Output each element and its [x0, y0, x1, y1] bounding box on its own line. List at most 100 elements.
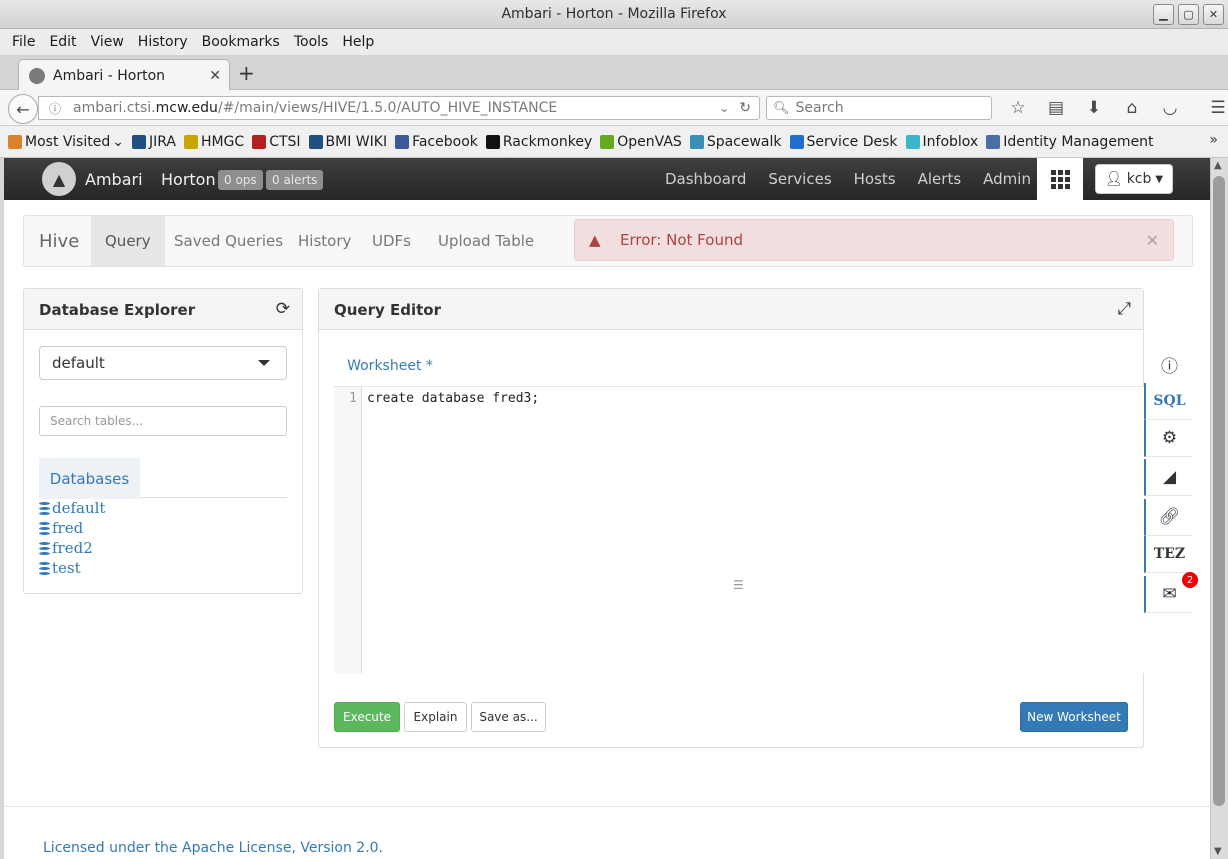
database-select[interactable]: default	[39, 346, 287, 380]
execute-button[interactable]: Execute	[334, 702, 400, 732]
notifications-envelope-icon[interactable]: ✉ 2	[1144, 572, 1198, 613]
search-box[interactable]: 🔍︎ Search	[766, 96, 992, 120]
maximize-button[interactable]: ▢	[1178, 4, 1199, 25]
menu-tools[interactable]: Tools	[294, 34, 329, 50]
close-window-button[interactable]: ✕	[1203, 4, 1224, 25]
bookmark-most-visited[interactable]: Most Visited ⌄	[8, 134, 124, 150]
browser-tab-title: Ambari - Horton	[53, 67, 166, 84]
save-as-button[interactable]: Save as...	[471, 702, 546, 732]
ambari-logo-icon[interactable]: ▲	[42, 162, 76, 196]
menu-bookmarks[interactable]: Bookmarks	[202, 34, 280, 50]
bookmark-jira[interactable]: JIRA	[131, 134, 176, 150]
url-text[interactable]: ambari.ctsi.mcw.edu/#/main/views/HIVE/1.…	[73, 100, 719, 116]
menu-help[interactable]: Help	[342, 34, 374, 50]
database-icon	[39, 501, 50, 515]
menu-edit[interactable]: Edit	[49, 34, 76, 50]
minimize-button[interactable]: ▁	[1153, 4, 1174, 25]
ambari-favicon-icon	[29, 67, 45, 84]
database-item-test[interactable]: test	[39, 558, 105, 578]
expand-icon[interactable]: ⤢	[1117, 299, 1131, 319]
ops-badge[interactable]: 0 ops	[218, 170, 263, 190]
close-alert-icon[interactable]: ✕	[1146, 231, 1159, 250]
views-grid-button[interactable]	[1037, 158, 1083, 200]
nav-alerts[interactable]: Alerts	[907, 158, 973, 200]
tab-history[interactable]: History	[284, 216, 365, 266]
area-chart-icon[interactable]: ◢	[1144, 459, 1193, 496]
bookmark-infoblox[interactable]: Infoblox	[905, 134, 978, 150]
close-tab-icon[interactable]: ✕	[209, 68, 221, 84]
search-placeholder: Search	[795, 100, 844, 116]
ctsi-icon	[252, 134, 267, 149]
tab-udfs[interactable]: UDFs	[358, 216, 425, 266]
bookmark-bmi-wiki[interactable]: BMI WIKI	[308, 134, 387, 150]
explorer-tabs: Databases	[39, 458, 287, 499]
scroll-down-icon[interactable]: ▼	[1214, 846, 1222, 857]
tab-query[interactable]: Query	[91, 216, 165, 266]
tez-tool[interactable]: TEZ	[1144, 536, 1193, 573]
bookmark-openvas[interactable]: OpenVAS	[600, 134, 682, 150]
browser-tab[interactable]: Ambari - Horton ✕	[18, 59, 230, 91]
menu-view[interactable]: View	[91, 34, 124, 50]
downloads-icon[interactable]: ⬇	[1081, 96, 1107, 120]
license-link[interactable]: Licensed under the Apache License, Versi…	[43, 840, 383, 856]
more-bookmarks-icon[interactable]: »	[1209, 132, 1218, 148]
scroll-up-icon[interactable]: ▲	[1214, 160, 1222, 171]
nav-hosts[interactable]: Hosts	[843, 158, 907, 200]
bookmark-service-desk[interactable]: Service Desk	[789, 134, 898, 150]
hamburger-menu-icon[interactable]: ☰	[1205, 96, 1228, 120]
bookmark-star-icon[interactable]: ☆	[1005, 96, 1031, 120]
jira-icon	[131, 134, 146, 149]
menu-history[interactable]: History	[138, 34, 188, 50]
scrollbar-thumb[interactable]	[1213, 176, 1225, 806]
home-icon[interactable]: ⌂	[1119, 96, 1145, 120]
user-menu-button[interactable]: 👤︎ kcb ▼	[1095, 164, 1173, 194]
window-title: Ambari - Horton - Mozilla Firefox	[501, 6, 727, 22]
settings-gear-icon[interactable]: ⚙	[1144, 420, 1193, 457]
nav-admin[interactable]: Admin	[972, 158, 1042, 200]
new-tab-icon[interactable]: +	[238, 61, 255, 85]
bookmark-hmgc[interactable]: HMGC	[183, 134, 244, 150]
alerts-badge[interactable]: 0 alerts	[266, 170, 324, 190]
tab-upload-table[interactable]: Upload Table	[424, 216, 548, 266]
site-info-icon[interactable]: ⓘ	[49, 100, 65, 117]
ambari-brand[interactable]: Ambari	[85, 170, 143, 189]
sql-editor[interactable]: 1 create database fred3;	[334, 386, 1144, 673]
bookmark-identity-management[interactable]: Identity Management	[986, 134, 1154, 150]
nav-services[interactable]: Services	[757, 158, 842, 200]
worksheet-tab[interactable]: Worksheet *	[334, 345, 446, 386]
reading-list-icon[interactable]: ▤	[1043, 96, 1069, 120]
explain-button[interactable]: Explain	[404, 702, 467, 732]
cluster-name[interactable]: Horton	[161, 170, 216, 189]
tab-databases[interactable]: Databases	[39, 458, 140, 499]
back-button[interactable]: ←	[8, 94, 38, 124]
new-worksheet-button[interactable]: New Worksheet	[1020, 702, 1128, 732]
code-area[interactable]: create database fred3;	[362, 387, 1144, 673]
url-bar[interactable]: ⓘ ambari.ctsi.mcw.edu/#/main/views/HIVE/…	[38, 96, 760, 120]
user-icon: 👤︎	[1104, 171, 1123, 187]
database-item-fred[interactable]: fred	[39, 518, 105, 538]
resize-handle-icon[interactable]: ☰	[733, 578, 745, 592]
query-editor-title: Query Editor	[334, 301, 441, 319]
nav-dashboard[interactable]: Dashboard	[654, 158, 757, 200]
url-dropdown-icon[interactable]: ⌄	[719, 101, 729, 115]
reload-icon[interactable]: ↻	[739, 100, 751, 116]
pocket-icon[interactable]: ◡	[1157, 96, 1183, 120]
bookmark-spacewalk[interactable]: Spacewalk	[689, 134, 782, 150]
database-item-default[interactable]: default	[39, 498, 105, 518]
search-icon: 🔍︎	[773, 100, 790, 116]
link-icon[interactable]: 🔗︎	[1144, 499, 1193, 536]
bookmark-facebook[interactable]: Facebook	[395, 134, 478, 150]
database-item-fred2[interactable]: fred2	[39, 538, 105, 558]
tab-saved-queries[interactable]: Saved Queries	[160, 216, 297, 266]
info-icon[interactable]: ⓘ	[1144, 346, 1193, 383]
tab-bar: Ambari - Horton ✕	[0, 55, 1228, 91]
bookmark-rackmonkey[interactable]: Rackmonkey	[485, 134, 592, 150]
search-tables-input[interactable]: Search tables...	[39, 406, 287, 436]
hive-subnav: Hive Query Saved Queries History UDFs Up…	[23, 215, 1193, 267]
refresh-icon[interactable]: ⟳	[276, 299, 290, 319]
nav-bar: ← ⓘ ambari.ctsi.mcw.edu/#/main/views/HIV…	[0, 90, 1228, 126]
sql-tool[interactable]: SQL	[1144, 383, 1193, 420]
bookmark-ctsi[interactable]: CTSI	[252, 134, 301, 150]
page-scrollbar[interactable]: ▲ ▼	[1210, 158, 1228, 859]
menu-file[interactable]: File	[12, 34, 35, 50]
